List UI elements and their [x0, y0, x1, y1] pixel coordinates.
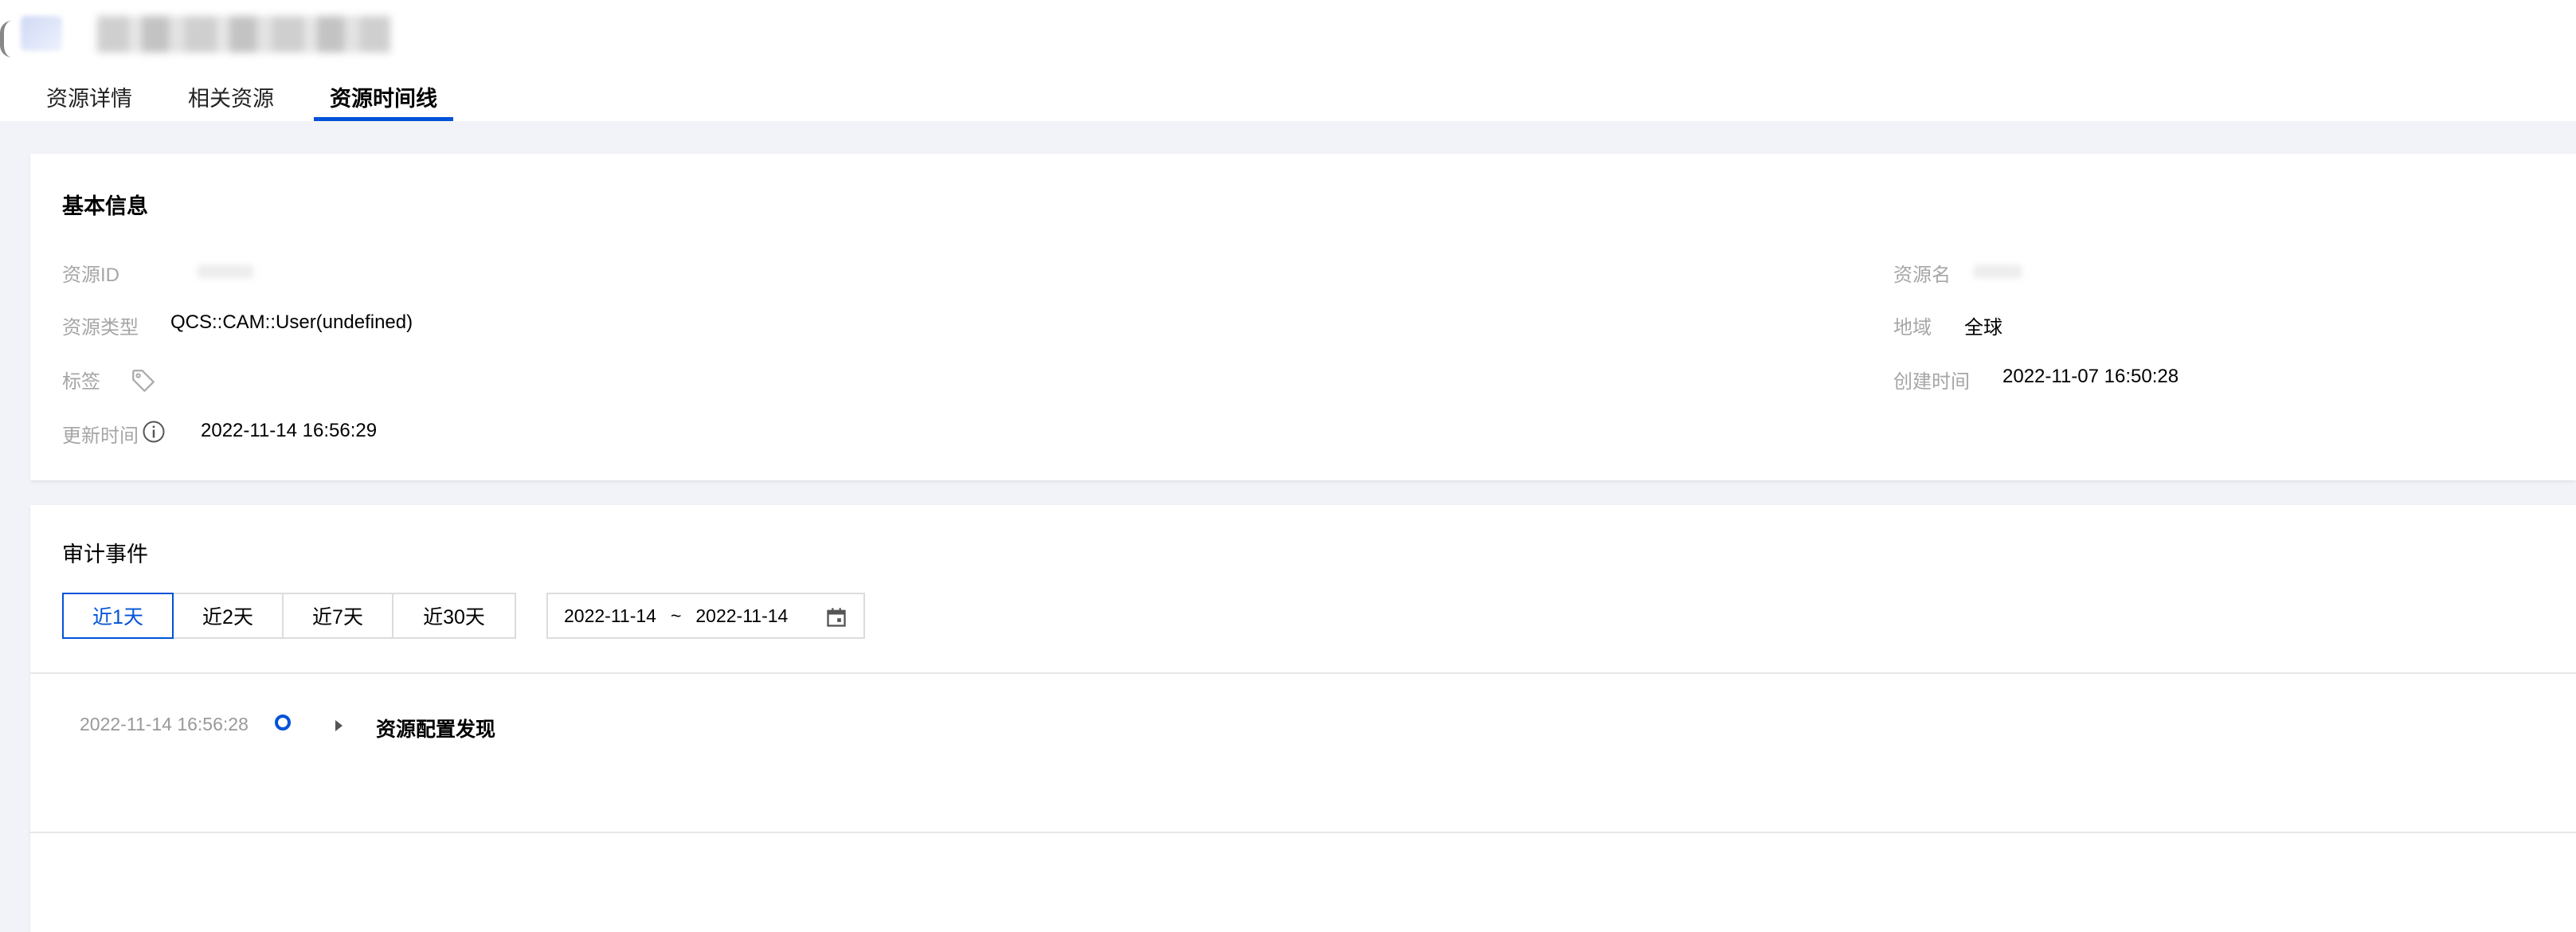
- redacted-resource-id: [198, 265, 253, 278]
- resource-logo: [21, 16, 62, 51]
- event-name[interactable]: 资源配置发现: [376, 714, 495, 742]
- basic-info-card: 基本信息 资源ID 资源类型 QCS::CAM::User(undefined)…: [30, 154, 2576, 480]
- event-time: 2022-11-14 16:56:28: [80, 714, 249, 734]
- redacted-resource-name-value: [1974, 265, 2022, 278]
- top-header: 资源详情 相关资源 资源时间线: [0, 0, 2576, 121]
- tab-related-resources[interactable]: 相关资源: [172, 73, 290, 121]
- info-icon[interactable]: [142, 420, 166, 444]
- audit-events-card: 审计事件 近1天 近2天 近7天 近30天 2022-11-14 ~ 2022-…: [30, 505, 2576, 932]
- created-time-label: 创建时间: [1893, 371, 1970, 393]
- time-range-group: 近1天 近2天 近7天 近30天: [62, 593, 516, 639]
- caret-right-icon[interactable]: [333, 719, 344, 733]
- divider: [30, 672, 2576, 674]
- resource-name-label: 资源名: [1893, 264, 1951, 286]
- timeline-dot-icon: [275, 715, 291, 730]
- redacted-resource-name: [97, 16, 390, 53]
- updated-time-value: 2022-11-14 16:56:29: [201, 420, 378, 441]
- range-2-days-button[interactable]: 近2天: [172, 593, 284, 639]
- date-start: 2022-11-14: [564, 605, 656, 626]
- tab-resource-details[interactable]: 资源详情: [30, 73, 148, 121]
- date-range-picker[interactable]: 2022-11-14 ~ 2022-11-14: [546, 593, 865, 639]
- range-1-day-button[interactable]: 近1天: [62, 593, 174, 639]
- basic-info-title: 基本信息: [62, 194, 148, 218]
- audit-events-title: 审计事件: [62, 542, 148, 566]
- resource-id-label: 资源ID: [62, 264, 119, 286]
- date-end: 2022-11-14: [695, 605, 789, 626]
- resource-type-value: QCS::CAM::User(undefined): [170, 311, 413, 333]
- resource-type-label: 资源类型: [62, 317, 139, 339]
- region-label: 地域: [1893, 317, 1932, 339]
- calendar-icon[interactable]: [825, 605, 848, 629]
- date-separator: ~: [670, 605, 682, 626]
- range-7-days-button[interactable]: 近7天: [282, 593, 393, 639]
- updated-time-label: 更新时间: [62, 425, 139, 447]
- tab-resource-timeline[interactable]: 资源时间线: [314, 73, 453, 121]
- tags-label: 标签: [62, 371, 100, 393]
- tag-icon[interactable]: [130, 367, 157, 394]
- divider: [30, 832, 2576, 833]
- created-time-value: 2022-11-07 16:50:28: [2002, 366, 2179, 387]
- range-30-days-button[interactable]: 近30天: [392, 593, 516, 639]
- back-icon[interactable]: [0, 21, 12, 57]
- tab-bar: 资源详情 相关资源 资源时间线: [30, 73, 477, 121]
- region-value: 全球: [1964, 317, 2002, 339]
